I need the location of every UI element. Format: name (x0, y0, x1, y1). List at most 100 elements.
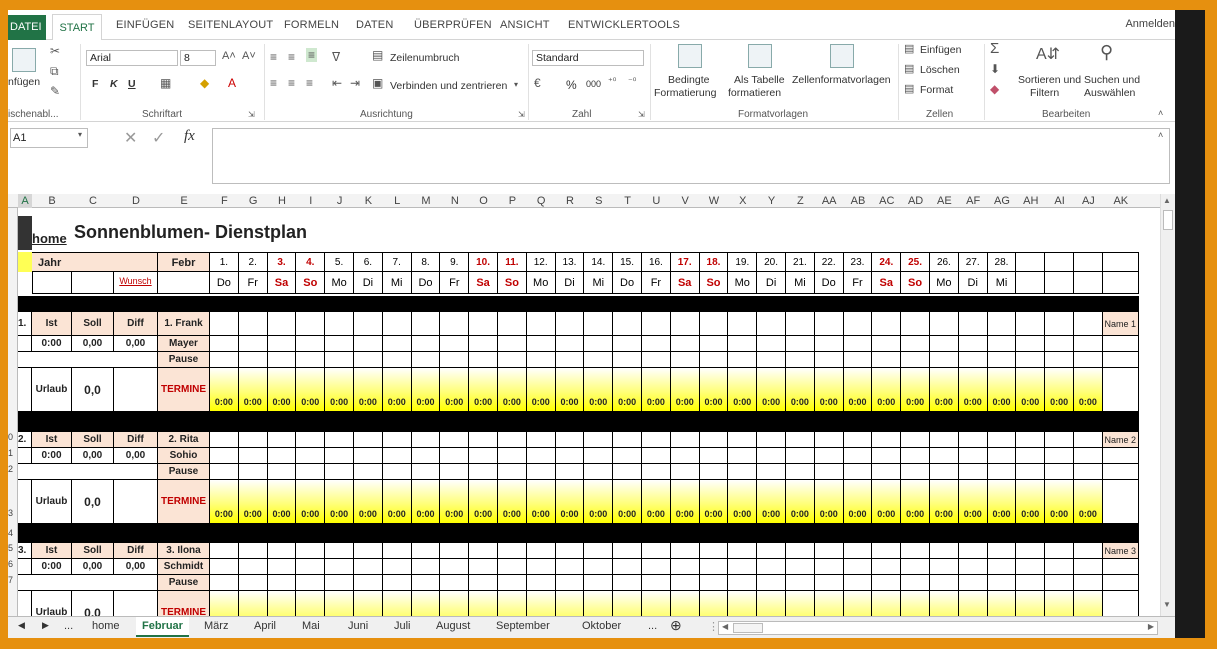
merge-dropdown-icon[interactable]: ▾ (514, 80, 518, 89)
weekday-9[interactable]: Fr (440, 272, 470, 294)
shift-hours[interactable]: 0:00 (210, 368, 239, 412)
shift-hours[interactable]: 0:00 (642, 480, 671, 524)
shift-start[interactable] (382, 312, 412, 336)
shift-start[interactable] (526, 432, 556, 448)
shift-start[interactable] (210, 312, 239, 336)
shift-hours[interactable]: 0:00 (238, 480, 268, 524)
shift-pause[interactable] (411, 464, 441, 480)
soll-header[interactable]: Soll (72, 543, 114, 559)
shift-hours[interactable]: 0:00 (296, 591, 326, 616)
emp-last-name[interactable]: Mayer (158, 336, 210, 352)
tab-formeln[interactable]: FORMELN (284, 19, 339, 31)
shift-hours[interactable]: 0:00 (670, 591, 700, 616)
shift-hours[interactable]: 0:00 (843, 480, 873, 524)
shift-start[interactable] (1045, 312, 1074, 336)
col-header-n[interactable]: N (440, 194, 469, 208)
shift-end[interactable] (757, 448, 786, 464)
shift-pause[interactable] (613, 464, 642, 480)
shift-end[interactable] (786, 448, 815, 464)
shift-hours[interactable]: 0:00 (901, 480, 930, 524)
shift-pause[interactable] (1074, 575, 1103, 591)
shift-pause[interactable] (210, 464, 239, 480)
shift-end[interactable] (210, 448, 239, 464)
shift-hours[interactable]: 0:00 (613, 480, 642, 524)
shift-pause[interactable] (1045, 575, 1074, 591)
shift-end[interactable] (325, 448, 354, 464)
shift-end[interactable] (872, 336, 902, 352)
delete-cells-button[interactable]: Löschen (920, 64, 960, 76)
shift-start[interactable] (411, 543, 441, 559)
shift-hours[interactable]: 0:00 (555, 591, 585, 616)
shift-pause[interactable] (843, 464, 873, 480)
day-12[interactable]: 12. (526, 252, 556, 272)
shift-end[interactable] (325, 559, 354, 575)
diff-header[interactable]: Diff (114, 432, 158, 448)
shift-start[interactable] (354, 432, 383, 448)
shift-start[interactable] (987, 432, 1017, 448)
shift-start[interactable] (555, 543, 585, 559)
shift-hours[interactable]: 0:00 (498, 591, 527, 616)
shift-start[interactable] (901, 312, 930, 336)
find-select-line2[interactable]: Auswählen (1084, 87, 1135, 99)
tab-file[interactable]: DATEI (8, 15, 46, 40)
shift-hours[interactable]: 0:00 (526, 480, 556, 524)
col-header-aj[interactable]: AJ (1074, 194, 1103, 208)
shift-hours[interactable]: 0:00 (728, 368, 758, 412)
weekday-18[interactable]: So (699, 272, 729, 294)
shift-end[interactable] (642, 559, 671, 575)
col-header-i[interactable]: I (296, 194, 325, 208)
shift-start[interactable] (930, 312, 959, 336)
day-16[interactable]: 16. (642, 252, 671, 272)
format-as-table-icon[interactable] (748, 44, 772, 68)
shift-end[interactable] (267, 448, 297, 464)
shift-start[interactable] (555, 312, 585, 336)
ak-cell[interactable] (1102, 352, 1139, 368)
shift-end[interactable] (296, 559, 326, 575)
col-header-f[interactable]: F (210, 194, 239, 208)
shift-start[interactable] (267, 432, 297, 448)
shift-pause[interactable] (958, 464, 988, 480)
shift-hours[interactable]: 0:00 (814, 591, 844, 616)
shift-pause[interactable] (728, 575, 758, 591)
increase-decimal-icon[interactable]: ⁺⁰ (608, 76, 616, 87)
shift-hours[interactable]: 0:00 (699, 591, 729, 616)
shift-start[interactable] (930, 432, 959, 448)
weekday-13[interactable]: Di (555, 272, 585, 294)
shift-pause[interactable] (555, 575, 585, 591)
ist-value[interactable]: 0:00 (32, 559, 72, 575)
decrease-decimal-icon[interactable]: ⁻⁰ (628, 76, 636, 87)
shift-pause[interactable] (354, 352, 383, 368)
shift-pause[interactable] (526, 575, 556, 591)
shift-end[interactable] (901, 448, 930, 464)
shift-start[interactable] (843, 312, 873, 336)
shift-hours[interactable]: 0:00 (440, 368, 470, 412)
shift-pause[interactable] (670, 464, 700, 480)
ak-head[interactable] (1102, 252, 1139, 272)
col-header-ac[interactable]: AC (872, 194, 901, 208)
shift-pause[interactable] (1016, 575, 1046, 591)
day-15[interactable]: 15. (613, 252, 642, 272)
vertical-scrollbar[interactable]: ▲ ▼ (1160, 194, 1175, 616)
shift-hours[interactable]: 0:00 (814, 480, 844, 524)
weekday-empty[interactable] (1016, 272, 1046, 294)
shift-start[interactable] (958, 432, 988, 448)
cell-styles-button[interactable]: Zellenformatvorlagen (792, 74, 891, 86)
alignment-dialog-launcher-icon[interactable]: ⇲ (518, 110, 525, 119)
shift-end[interactable] (440, 448, 470, 464)
col-header-af[interactable]: AF (959, 194, 988, 208)
shift-end[interactable] (354, 336, 383, 352)
day-17[interactable]: 17. (670, 252, 700, 272)
emp-first-name[interactable]: 1. Frank (158, 312, 210, 336)
h-scroll-thumb[interactable] (733, 623, 763, 633)
shift-pause[interactable] (814, 575, 844, 591)
shift-pause[interactable] (498, 464, 527, 480)
tab-entwicklertools[interactable]: ENTWICKLERTOOLS (568, 19, 680, 31)
cell-styles-icon[interactable] (830, 44, 854, 68)
ist-header[interactable]: Ist (32, 432, 72, 448)
weekday-15[interactable]: Do (613, 272, 642, 294)
day-24[interactable]: 24. (872, 252, 902, 272)
shift-pause[interactable] (1045, 464, 1074, 480)
shift-end[interactable] (930, 448, 959, 464)
day-21[interactable]: 21. (786, 252, 815, 272)
a-cell[interactable] (18, 448, 32, 464)
